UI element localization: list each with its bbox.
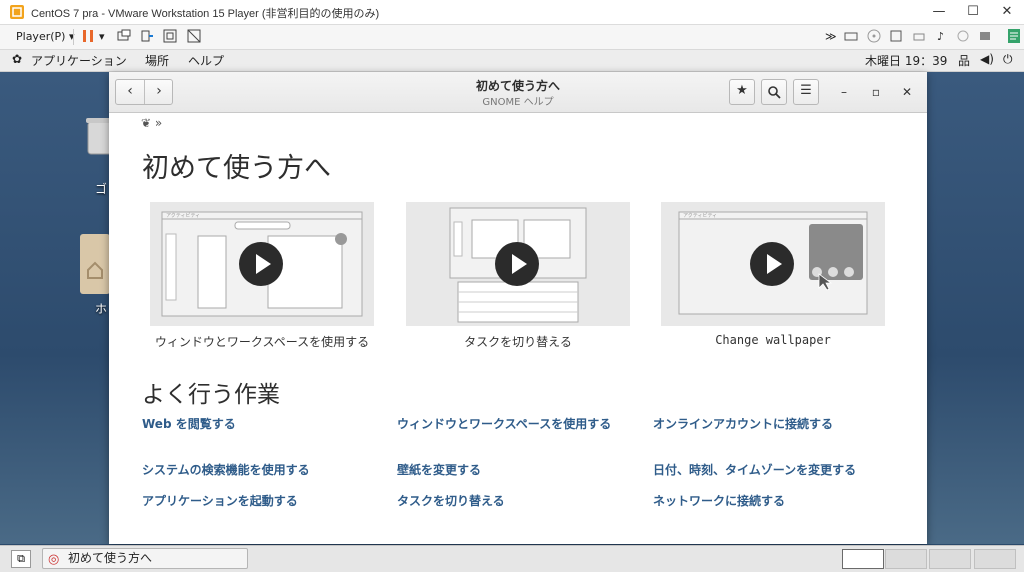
close-button[interactable]: ✕ bbox=[990, 0, 1024, 24]
help-close-button[interactable]: ✕ bbox=[897, 82, 917, 102]
video-card-switch-tasks[interactable] bbox=[406, 202, 630, 326]
play-icon[interactable] bbox=[239, 242, 283, 286]
player-menu[interactable]: Player(P) ▾ bbox=[16, 29, 74, 45]
link-launch-apps[interactable]: アプリケーションを起動する bbox=[142, 494, 378, 509]
minimize-button[interactable]: — bbox=[922, 0, 956, 24]
play-icon[interactable] bbox=[750, 242, 794, 286]
hard-disk-icon[interactable] bbox=[843, 28, 859, 44]
clock[interactable]: 木曜日 19：39 bbox=[865, 52, 947, 69]
toolbar-divider bbox=[73, 29, 74, 45]
removable-devices-icon[interactable] bbox=[139, 28, 155, 44]
vmware-logo-icon bbox=[10, 5, 24, 19]
pause-dropdown-icon[interactable]: ▾ bbox=[99, 29, 105, 45]
workspace-1[interactable] bbox=[842, 549, 884, 569]
vmware-window-title: CentOS 7 pra - VMware Workstation 15 Pla… bbox=[31, 8, 380, 20]
link-online-accounts[interactable]: オンラインアカウントに接続する bbox=[653, 417, 889, 432]
menu-button[interactable]: ☰ bbox=[793, 79, 819, 105]
bottom-taskbar: ⧉ ◎ 初めて使う方へ bbox=[0, 545, 1024, 572]
network-icon[interactable]: 品 bbox=[958, 52, 970, 69]
search-button[interactable] bbox=[761, 79, 787, 105]
usb-printer-icon[interactable] bbox=[977, 28, 993, 44]
home-label[interactable]: ホ bbox=[95, 300, 107, 317]
workspace-2[interactable] bbox=[885, 549, 927, 569]
link-search[interactable]: システムの検索機能を使用する bbox=[142, 463, 378, 478]
home-folder-icon[interactable] bbox=[80, 230, 110, 294]
pause-icon[interactable] bbox=[80, 28, 96, 44]
workspace-3[interactable] bbox=[929, 549, 971, 569]
player-menu-label: Player(P) bbox=[16, 30, 66, 43]
cd-dvd-icon[interactable] bbox=[866, 28, 882, 44]
trash-label[interactable]: ゴ bbox=[95, 180, 107, 197]
places-menu[interactable]: 場所 bbox=[145, 52, 169, 69]
unity-icon[interactable] bbox=[186, 28, 202, 44]
link-windows-workspaces[interactable]: ウィンドウとワークスペースを使用する bbox=[397, 417, 633, 432]
maximize-button[interactable]: ☐ bbox=[956, 0, 990, 24]
help-window: ‹ › 初めて使う方へ GNOME ヘルプ ★ ☰ – ▫ ✕ ❦ » 初めて使… bbox=[109, 72, 927, 544]
help-maximize-button[interactable]: ▫ bbox=[866, 82, 886, 102]
video-caption-switch-tasks[interactable]: タスクを切り替える bbox=[406, 333, 630, 350]
gnome-top-bar: ✿ アプリケーション 場所 ヘルプ 木曜日 19：39 品 ◀) ⏻ bbox=[0, 50, 1024, 72]
video-caption-windows-workspaces[interactable]: ウィンドウとワークスペースを使用する bbox=[150, 333, 374, 350]
help-lifebuoy-icon: ◎ bbox=[48, 552, 60, 567]
star-icon: ★ bbox=[736, 83, 748, 98]
breadcrumb: ❦ » bbox=[141, 116, 162, 130]
volume-icon[interactable]: ◀) bbox=[980, 52, 994, 66]
message-log-icon[interactable] bbox=[1006, 28, 1022, 44]
link-switch-tasks[interactable]: タスクを切り替える bbox=[397, 494, 633, 509]
hamburger-icon: ☰ bbox=[800, 83, 812, 98]
page-title: 初めて使う方へ bbox=[142, 153, 331, 184]
power-icon[interactable]: ⏻ bbox=[1003, 52, 1013, 67]
video-card-change-wallpaper[interactable]: アクティビティ bbox=[661, 202, 885, 326]
show-desktop-icon[interactable]: ⧉ bbox=[11, 550, 31, 568]
more-devices-icon[interactable]: ≫ bbox=[825, 29, 837, 45]
breadcrumb-separator: » bbox=[154, 116, 163, 130]
sound-card-icon[interactable]: ♪ bbox=[937, 29, 944, 45]
taskbar-window-button[interactable]: ◎ 初めて使う方へ bbox=[42, 548, 248, 569]
common-tasks-heading: よく行う作業 bbox=[142, 382, 280, 408]
printer-icon[interactable] bbox=[911, 28, 927, 44]
vmware-toolbar: Player(P) ▾ ▾ ≫ ♪ bbox=[0, 25, 1024, 50]
thumb-topbar-label: アクティビティ bbox=[683, 212, 717, 219]
video-caption-change-wallpaper[interactable]: Change wallpaper bbox=[661, 333, 885, 347]
help-minimize-button[interactable]: – bbox=[834, 82, 854, 102]
vmware-title-bar: CentOS 7 pra - VMware Workstation 15 Pla… bbox=[0, 0, 1024, 25]
link-browse-web[interactable]: Web を閲覧する bbox=[142, 417, 378, 432]
gnome-foot-icon: ✿ bbox=[12, 52, 23, 66]
help-menu[interactable]: ヘルプ bbox=[188, 52, 224, 69]
link-network[interactable]: ネットワークに接続する bbox=[653, 494, 889, 509]
link-date-time[interactable]: 日付、時刻、タイムゾーンを変更する bbox=[653, 463, 889, 478]
help-headerbar: ‹ › 初めて使う方へ GNOME ヘルプ ★ ☰ – ▫ ✕ bbox=[109, 72, 927, 113]
workspace-4[interactable] bbox=[974, 549, 1016, 569]
bookmark-button[interactable]: ★ bbox=[729, 79, 755, 105]
display-icon[interactable] bbox=[955, 28, 971, 44]
play-icon[interactable] bbox=[495, 242, 539, 286]
gnome-help-home-icon[interactable]: ❦ bbox=[141, 116, 151, 130]
send-ctrl-alt-del-icon[interactable] bbox=[116, 28, 132, 44]
video-card-windows-workspaces[interactable]: アクティビティ bbox=[150, 202, 374, 326]
network-adapter-icon[interactable] bbox=[888, 28, 904, 44]
applications-menu[interactable]: アプリケーション bbox=[31, 52, 127, 69]
fullscreen-icon[interactable] bbox=[162, 28, 178, 44]
search-icon bbox=[768, 86, 781, 99]
link-change-wallpaper[interactable]: 壁紙を変更する bbox=[397, 463, 633, 478]
taskbar-window-label: 初めて使う方へ bbox=[68, 551, 153, 565]
thumb-topbar-label: アクティビティ bbox=[166, 212, 200, 219]
